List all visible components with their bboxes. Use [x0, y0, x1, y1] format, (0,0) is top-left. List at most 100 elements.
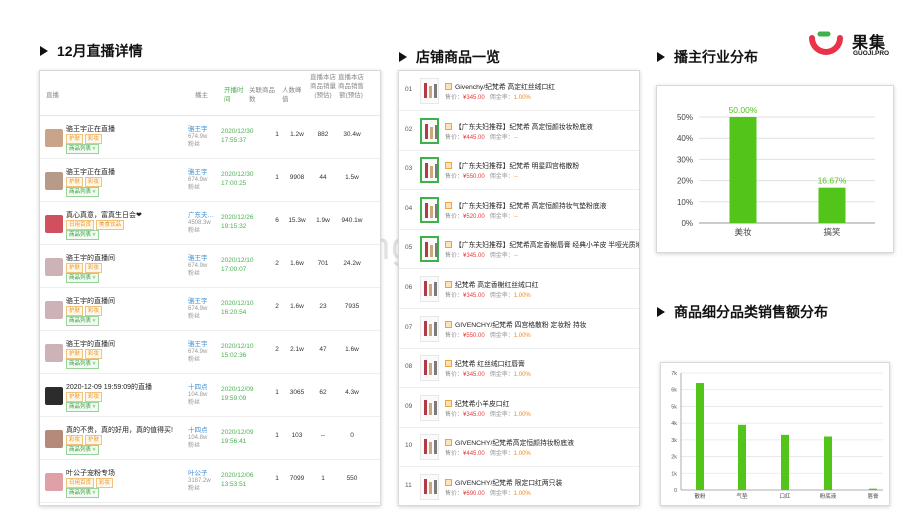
product-image[interactable]: [420, 117, 439, 144]
list-item[interactable]: 05 【广东夫妇推荐】纪梵希高定香榭唇膏 经典小羊皮 半哑光质地 售价：¥345…: [399, 229, 640, 270]
goods-list-button[interactable]: 商品列表 ˅: [66, 230, 99, 240]
product-image[interactable]: [420, 474, 439, 500]
anchor-name[interactable]: 骆王宇: [188, 338, 224, 348]
goods-list-button[interactable]: 商品列表 ˅: [66, 316, 99, 326]
sales-section-title-text: 商品细分品类销售额分布: [674, 304, 828, 320]
anchor-name[interactable]: 广东夫…: [188, 209, 224, 219]
cell-amount: 1.6w: [345, 346, 359, 353]
table-row[interactable]: 骆王宇正在直播 护肤 彩妆 商品列表 ˅ 骆王宇 674.9w 粉丝 2020/1…: [40, 159, 380, 202]
list-item[interactable]: 07 GIVENCHY/纪梵希 四宫格散粉 定妆粉 持妆 售价：¥550.00 …: [399, 309, 639, 349]
anchor-name[interactable]: 骆王宇: [188, 123, 224, 133]
bar-散粉: [696, 383, 704, 490]
col-start-time[interactable]: 开播时间: [224, 86, 248, 104]
table-row[interactable]: 叶公子宠粉专场 日用百货 彩妆 商品列表 ˅ 叶公子 3187.2w 粉丝 202…: [40, 460, 380, 503]
anchor-name[interactable]: 骆王宇: [188, 166, 224, 176]
product-name[interactable]: 【广东夫妇推荐】纪梵希 高定恒颜持妆气垫粉底液: [445, 200, 606, 210]
table-row[interactable]: 骆王宇的直播间 护肤 彩妆 商品列表 ˅ 骆王宇 674.9w 粉丝 2020/1…: [40, 245, 380, 288]
live-title[interactable]: 骆王宇正在直播: [66, 167, 184, 177]
product-image[interactable]: [420, 355, 439, 382]
live-thumbnail[interactable]: [45, 301, 63, 319]
product-name[interactable]: 纪梵希小羊皮口红: [445, 398, 509, 408]
goods-list-button[interactable]: 商品列表 ˅: [66, 187, 99, 197]
live-tags: 护肤 彩妆: [66, 177, 104, 187]
live-thumbnail[interactable]: [45, 129, 63, 147]
live-title[interactable]: 骆王宇的直播间: [66, 339, 184, 349]
goods-list-label: 商品列表: [69, 404, 92, 410]
product-info: 售价：¥445.00 佣金率：--: [445, 132, 518, 141]
start-date: 2020/12/09: [221, 429, 254, 436]
product-index: 08: [405, 363, 413, 371]
live-thumbnail[interactable]: [45, 258, 63, 276]
live-thumbnail[interactable]: [45, 172, 63, 190]
product-commission: 1.00%: [513, 451, 531, 458]
start-clock: 15:02:36: [221, 352, 247, 359]
table-row[interactable]: 2020-12-09 19:59:09的直播 护肤 彩妆 商品列表 ˅ 十四点 1…: [40, 374, 380, 417]
live-thumbnail[interactable]: [45, 473, 63, 491]
case-shape: [435, 203, 438, 218]
list-item[interactable]: 04 【广东夫妇推荐】纪梵希 高定恒颜持妆气垫粉底液 售价：¥520.00 佣金…: [399, 190, 639, 230]
list-item[interactable]: 01 Givenchy/纪梵希 高定红丝绒口红 售价：¥345.00 佣金率：1…: [399, 71, 639, 111]
anchor-name[interactable]: 叶公子: [188, 467, 224, 477]
product-name[interactable]: GIVENCHY/纪梵希 限定口红两只装: [445, 477, 562, 487]
product-image[interactable]: [420, 236, 439, 263]
price-label: 售价：: [445, 491, 464, 497]
list-item[interactable]: 03 【广东夫妇推荐】纪梵希 明星四宫格散粉 售价：¥550.00 佣金率：--: [399, 150, 639, 191]
live-title[interactable]: 叶公子宠粉专场: [66, 468, 184, 478]
product-image[interactable]: [420, 196, 439, 223]
live-title[interactable]: 骆王宇正在直播: [66, 124, 184, 134]
table-row[interactable]: 真心真意，富真生日会❤ 日用百货 美食饮品 商品列表 ˅ 广东夫… 4508.3w…: [40, 202, 380, 245]
category-tag: 护肤: [66, 263, 84, 273]
product-name[interactable]: 【广东夫妇推荐】纪梵希 明星四宫格散粉: [445, 160, 579, 170]
list-item[interactable]: 09 纪梵希小羊皮口红 售价：¥345.00 佣金率：1.00%: [399, 388, 639, 428]
product-image[interactable]: [420, 276, 439, 302]
goods-list-button[interactable]: 商品列表 ˅: [66, 273, 99, 283]
live-title[interactable]: 真的不贵，真的好用，真的值得买!: [66, 425, 184, 435]
anchor-name[interactable]: 十四点: [188, 381, 224, 391]
product-index: 10: [405, 442, 413, 450]
anchor-name[interactable]: 十四点: [188, 424, 224, 434]
goods-list-button[interactable]: 商品列表 ˅: [66, 144, 99, 154]
product-name[interactable]: GIVENCHY/纪梵希高定恒颜持妆粉底液: [445, 437, 574, 447]
list-item[interactable]: 06 纪梵希 高定香榭红丝绒口红 售价：¥345.00 佣金率：1.00%: [399, 269, 639, 309]
lipstick-shape: [424, 479, 427, 494]
start-clock: 19:15:32: [221, 223, 247, 230]
product-name[interactable]: GIVENCHY/纪梵希 四宫格散粉 定妆粉 持妆: [445, 319, 586, 329]
list-item[interactable]: 08 纪梵希 红丝绒口红唇膏 售价：¥345.00 佣金率：1.00%: [399, 348, 639, 389]
anchor-name[interactable]: 骆王宇: [188, 252, 224, 262]
table-row[interactable]: 真的不贵，真的好用，真的值得买! 彩妆 护肤 商品列表 ˅ 十四点 104.8w …: [40, 417, 380, 460]
live-thumbnail[interactable]: [45, 430, 63, 448]
industry-section-title: 播主行业分布: [657, 47, 758, 67]
product-image[interactable]: [420, 157, 439, 184]
live-title[interactable]: 骆王宇的直播间: [66, 296, 184, 306]
cell-goods: 6: [275, 217, 279, 224]
product-name[interactable]: 【广东夫妇推荐】纪梵希高定香榭唇膏 经典小羊皮 半哑光质地: [445, 239, 640, 250]
goods-list-button[interactable]: 商品列表 ˅: [66, 359, 99, 369]
product-image[interactable]: [420, 315, 439, 342]
list-item[interactable]: 02 【广东夫妇推荐】纪梵希 高定恒颜妆妆粉底液 售价：¥445.00 佣金率：…: [399, 111, 639, 151]
goods-list-button[interactable]: 商品列表 ˅: [66, 402, 99, 412]
goods-list-button[interactable]: 商品列表 ˅: [66, 488, 99, 498]
list-item[interactable]: 10 GIVENCHY/纪梵希高定恒颜持妆粉底液 售价：¥445.00 佣金率：…: [399, 427, 639, 468]
table-row[interactable]: 骆王宇正在直播 护肤 彩妆 商品列表 ˅ 骆王宇 674.9w 粉丝 2020/1…: [40, 116, 380, 159]
price-label: 售价：: [445, 253, 464, 260]
anchor-name[interactable]: 骆王宇: [188, 295, 224, 305]
live-thumbnail[interactable]: [45, 387, 63, 405]
live-title[interactable]: 骆王宇的直播间: [66, 253, 184, 263]
live-title[interactable]: 真心真意，富真生日会❤: [66, 210, 184, 220]
product-name[interactable]: 纪梵希 高定香榭红丝绒口红: [445, 279, 538, 289]
live-thumbnail[interactable]: [45, 215, 63, 233]
product-image[interactable]: [420, 394, 439, 421]
table-row[interactable]: 骆王宇的直播间 护肤 彩妆 商品列表 ˅ 骆王宇 674.9w 粉丝 2020/1…: [40, 331, 380, 374]
product-image[interactable]: [420, 78, 439, 104]
product-name[interactable]: 【广东夫妇推荐】纪梵希 高定恒颜妆妆粉底液: [445, 121, 593, 131]
goods-list-button[interactable]: 商品列表 ˅: [66, 445, 99, 455]
product-name[interactable]: Givenchy/纪梵希 高定红丝绒口红: [445, 81, 555, 91]
table-row[interactable]: 骆王宇的直播间 护肤 彩妆 商品列表 ˅ 骆王宇 674.9w 粉丝 2020/1…: [40, 288, 380, 331]
product-image[interactable]: [420, 434, 439, 461]
live-title[interactable]: 2020-12-09 19:59:09的直播: [66, 382, 184, 392]
list-item[interactable]: 11 GIVENCHY/纪梵希 限定口红两只装 售价：¥690.00 佣金率：1…: [399, 467, 639, 505]
product-name[interactable]: 纪梵希 红丝绒口红唇膏: [445, 358, 525, 368]
live-thumbnail[interactable]: [45, 344, 63, 362]
product-name-text: 【广东夫妇推荐】纪梵希高定香榭唇膏 经典小羊皮 半哑光质地: [455, 242, 640, 250]
anchor-fans: 674.9w: [188, 177, 208, 183]
